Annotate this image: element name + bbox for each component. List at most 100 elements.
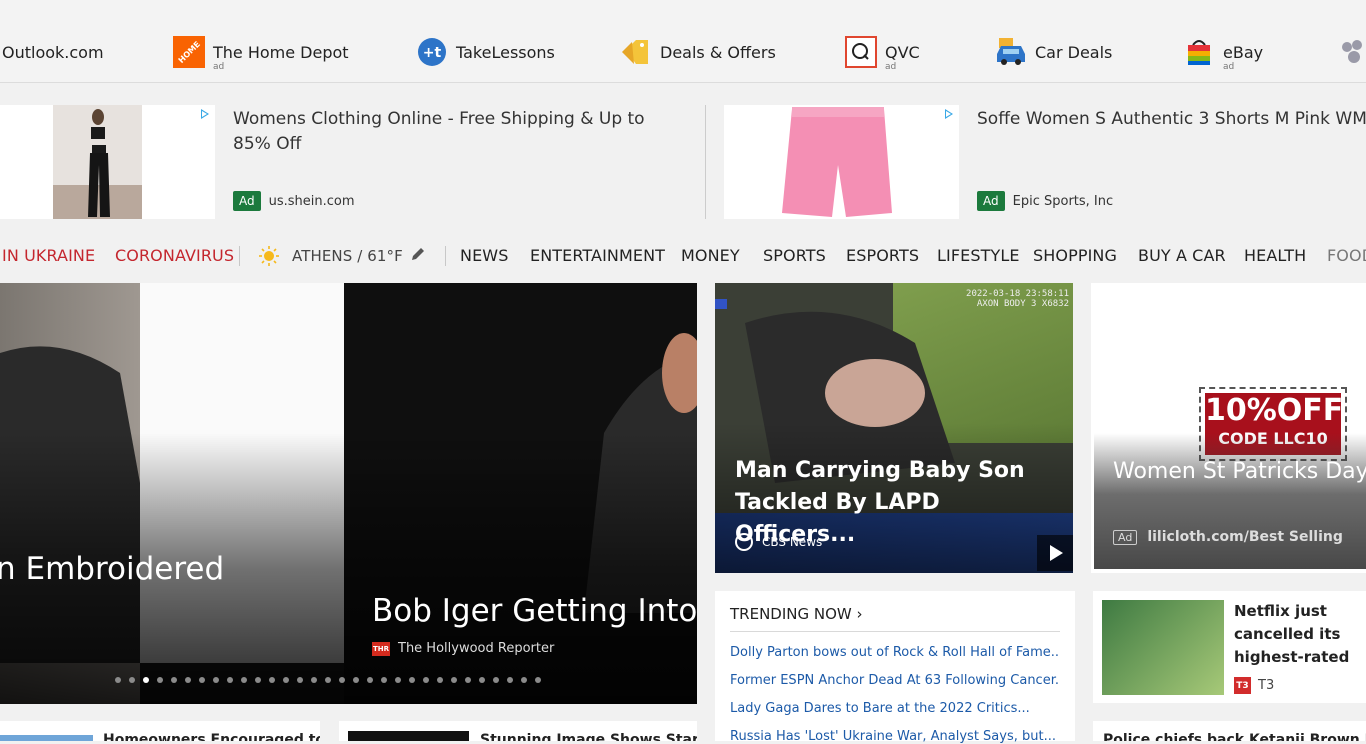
hollywood-reporter-logo-icon: THR [372,641,390,656]
carousel-dot[interactable] [129,677,135,683]
carousel-dot[interactable] [339,677,345,683]
carousel-dot[interactable] [409,677,415,683]
carousel-dot[interactable] [325,677,331,683]
source-name: The Hollywood Reporter [398,641,555,656]
bodycam-timestamp: 2022-03-18 23:58:11 AXON BODY 3 X6832 [966,289,1069,309]
site-tile-outlook[interactable]: Outlook.com [2,36,104,72]
car-icon [995,36,1027,68]
hero-carousel[interactable]: n Embroidered Bob Iger Getting Into the … [0,283,697,704]
news-card[interactable]: Stunning Image Shows Star [339,721,697,741]
ad-tag: ad [213,62,225,72]
carousel-dot[interactable] [451,677,457,683]
news-thumbnail [348,731,469,741]
carousel-dot[interactable] [115,677,121,683]
site-tile-takelessons[interactable]: +t TakeLessons [416,36,555,72]
ad-badge: Ad [233,191,261,211]
carousel-dot[interactable] [171,677,177,683]
ad-title[interactable]: Womens Clothing Online - Free Shipping &… [233,107,683,157]
promo-ad-card[interactable]: 10%OFF CODE LLC10 Women St Patricks Day … [1091,283,1366,573]
top-sites-bar: Outlook.com HOME The Home Depot ad +t Tak… [0,0,1366,83]
nav-item-news[interactable]: NEWS [460,244,508,268]
trending-now-panel: TRENDING NOW › Dolly Parton bows out of … [715,591,1075,744]
carousel-dot[interactable] [213,677,219,683]
carousel-dot[interactable] [283,677,289,683]
carousel-dot[interactable] [199,677,205,683]
carousel-dot[interactable] [143,677,149,683]
carousel-dot[interactable] [227,677,233,683]
slide-caption[interactable]: n Embroidered [0,551,224,587]
nav-item-sports[interactable]: SPORTS [763,244,826,268]
ad-image-shorts[interactable] [724,105,959,219]
nav-item-buy-a-car[interactable]: BUY A CAR [1138,244,1226,268]
carousel-dot[interactable] [423,677,429,683]
trending-link[interactable]: Dolly Parton bows out of Rock & Roll Hal… [730,645,1060,660]
carousel-dot[interactable] [465,677,471,683]
nav-divider [239,246,240,266]
nav-item-coronavirus[interactable]: CORONAVIRUS [115,244,234,268]
ad-title[interactable]: Soffe Women S Authentic 3 Shorts M Pink … [977,107,1366,132]
trending-link[interactable]: Russia Has 'Lost' Ukraine War, Analyst S… [730,729,1060,744]
carousel-dot[interactable] [157,677,163,683]
carousel-dot[interactable] [255,677,261,683]
carousel-dot[interactable] [311,677,317,683]
news-title[interactable]: Netflix just cancelled its highest-rated… [1234,600,1366,669]
adchoices-icon[interactable] [945,109,953,119]
carousel-dot[interactable] [479,677,485,683]
news-title[interactable]: Police chiefs back Ketanji Brown Jackson [1103,732,1366,741]
source-name[interactable]: lilicloth.com/Best Selling [1147,529,1343,545]
carousel-dot[interactable] [269,677,275,683]
news-card[interactable]: Police chiefs back Ketanji Brown Jackson [1093,721,1366,741]
promo-title[interactable]: Women St Patricks Day - Funny T-shirt&Sw… [1113,457,1366,487]
carousel-dot[interactable] [367,677,373,683]
ad-image-shein[interactable] [0,105,215,219]
paw-icon [1336,36,1366,68]
trending-heading[interactable]: TRENDING NOW › [730,605,1060,632]
carousel-dot[interactable] [297,677,303,683]
trending-link[interactable]: Former ESPN Anchor Dead At 63 Following … [730,673,1060,688]
nav-item-entertainment[interactable]: ENTERTAINMENT [530,244,665,268]
carousel-dot[interactable] [185,677,191,683]
carousel-dot[interactable] [507,677,513,683]
site-tile-car-deals[interactable]: Car Deals [995,36,1112,72]
nav-item-money[interactable]: MONEY [681,244,740,268]
ad-source[interactable]: Epic Sports, Inc [1013,194,1114,209]
video-source: CBS News [735,533,822,551]
carousel-dot[interactable] [493,677,499,683]
edit-pencil-icon[interactable] [410,246,426,262]
play-button[interactable] [1037,535,1073,571]
adchoices-icon[interactable] [201,109,209,119]
nav-divider [445,246,446,266]
news-title[interactable]: Stunning Image Shows Star [480,732,697,741]
ad-source[interactable]: us.shein.com [269,194,355,209]
site-name: The Home Depot [213,43,349,62]
carousel-dot[interactable] [381,677,387,683]
weather-location[interactable]: ATHENS / 61°F [292,244,403,268]
model-photo [53,105,142,219]
trending-link[interactable]: Lady Gaga Dares to Bare at the 2022 Crit… [730,701,1060,716]
nav-item-food[interactable]: FOOD [1327,244,1366,268]
nav-item-esports[interactable]: ESPORTS [846,244,919,268]
site-tile-ebay[interactable]: eBay ad [1183,36,1263,72]
nav-item-health[interactable]: HEALTH [1244,244,1306,268]
news-title[interactable]: Homeowners Encouraged to [103,732,320,741]
nav-item-ukraine[interactable]: IN UKRAINE [2,244,95,268]
site-tile-home-depot[interactable]: HOME The Home Depot ad [173,36,349,72]
ad-row: Womens Clothing Online - Free Shipping &… [0,105,1366,219]
nav-item-shopping[interactable]: SHOPPING [1033,244,1117,268]
site-tile-more[interactable] [1336,36,1366,72]
nav-item-lifestyle[interactable]: LIFESTYLE [937,244,1020,268]
news-card-netflix[interactable]: Netflix just cancelled its highest-rated… [1093,591,1366,703]
slide-caption[interactable]: Bob Iger Getting Into the [372,593,697,629]
svg-text:+t: +t [423,45,442,61]
news-card[interactable]: Homeowners Encouraged to [0,721,320,741]
carousel-dot[interactable] [535,677,541,683]
carousel-dot[interactable] [241,677,247,683]
carousel-dot[interactable] [437,677,443,683]
carousel-dot[interactable] [521,677,527,683]
video-card[interactable]: 2022-03-18 23:58:11 AXON BODY 3 X6832 Ma… [715,283,1073,573]
carousel-dot[interactable] [395,677,401,683]
site-tile-qvc[interactable]: QVC ad [845,36,920,72]
coupon-discount: 10%OFF [1205,393,1344,428]
site-tile-deals[interactable]: Deals & Offers [620,36,776,72]
carousel-dot[interactable] [353,677,359,683]
